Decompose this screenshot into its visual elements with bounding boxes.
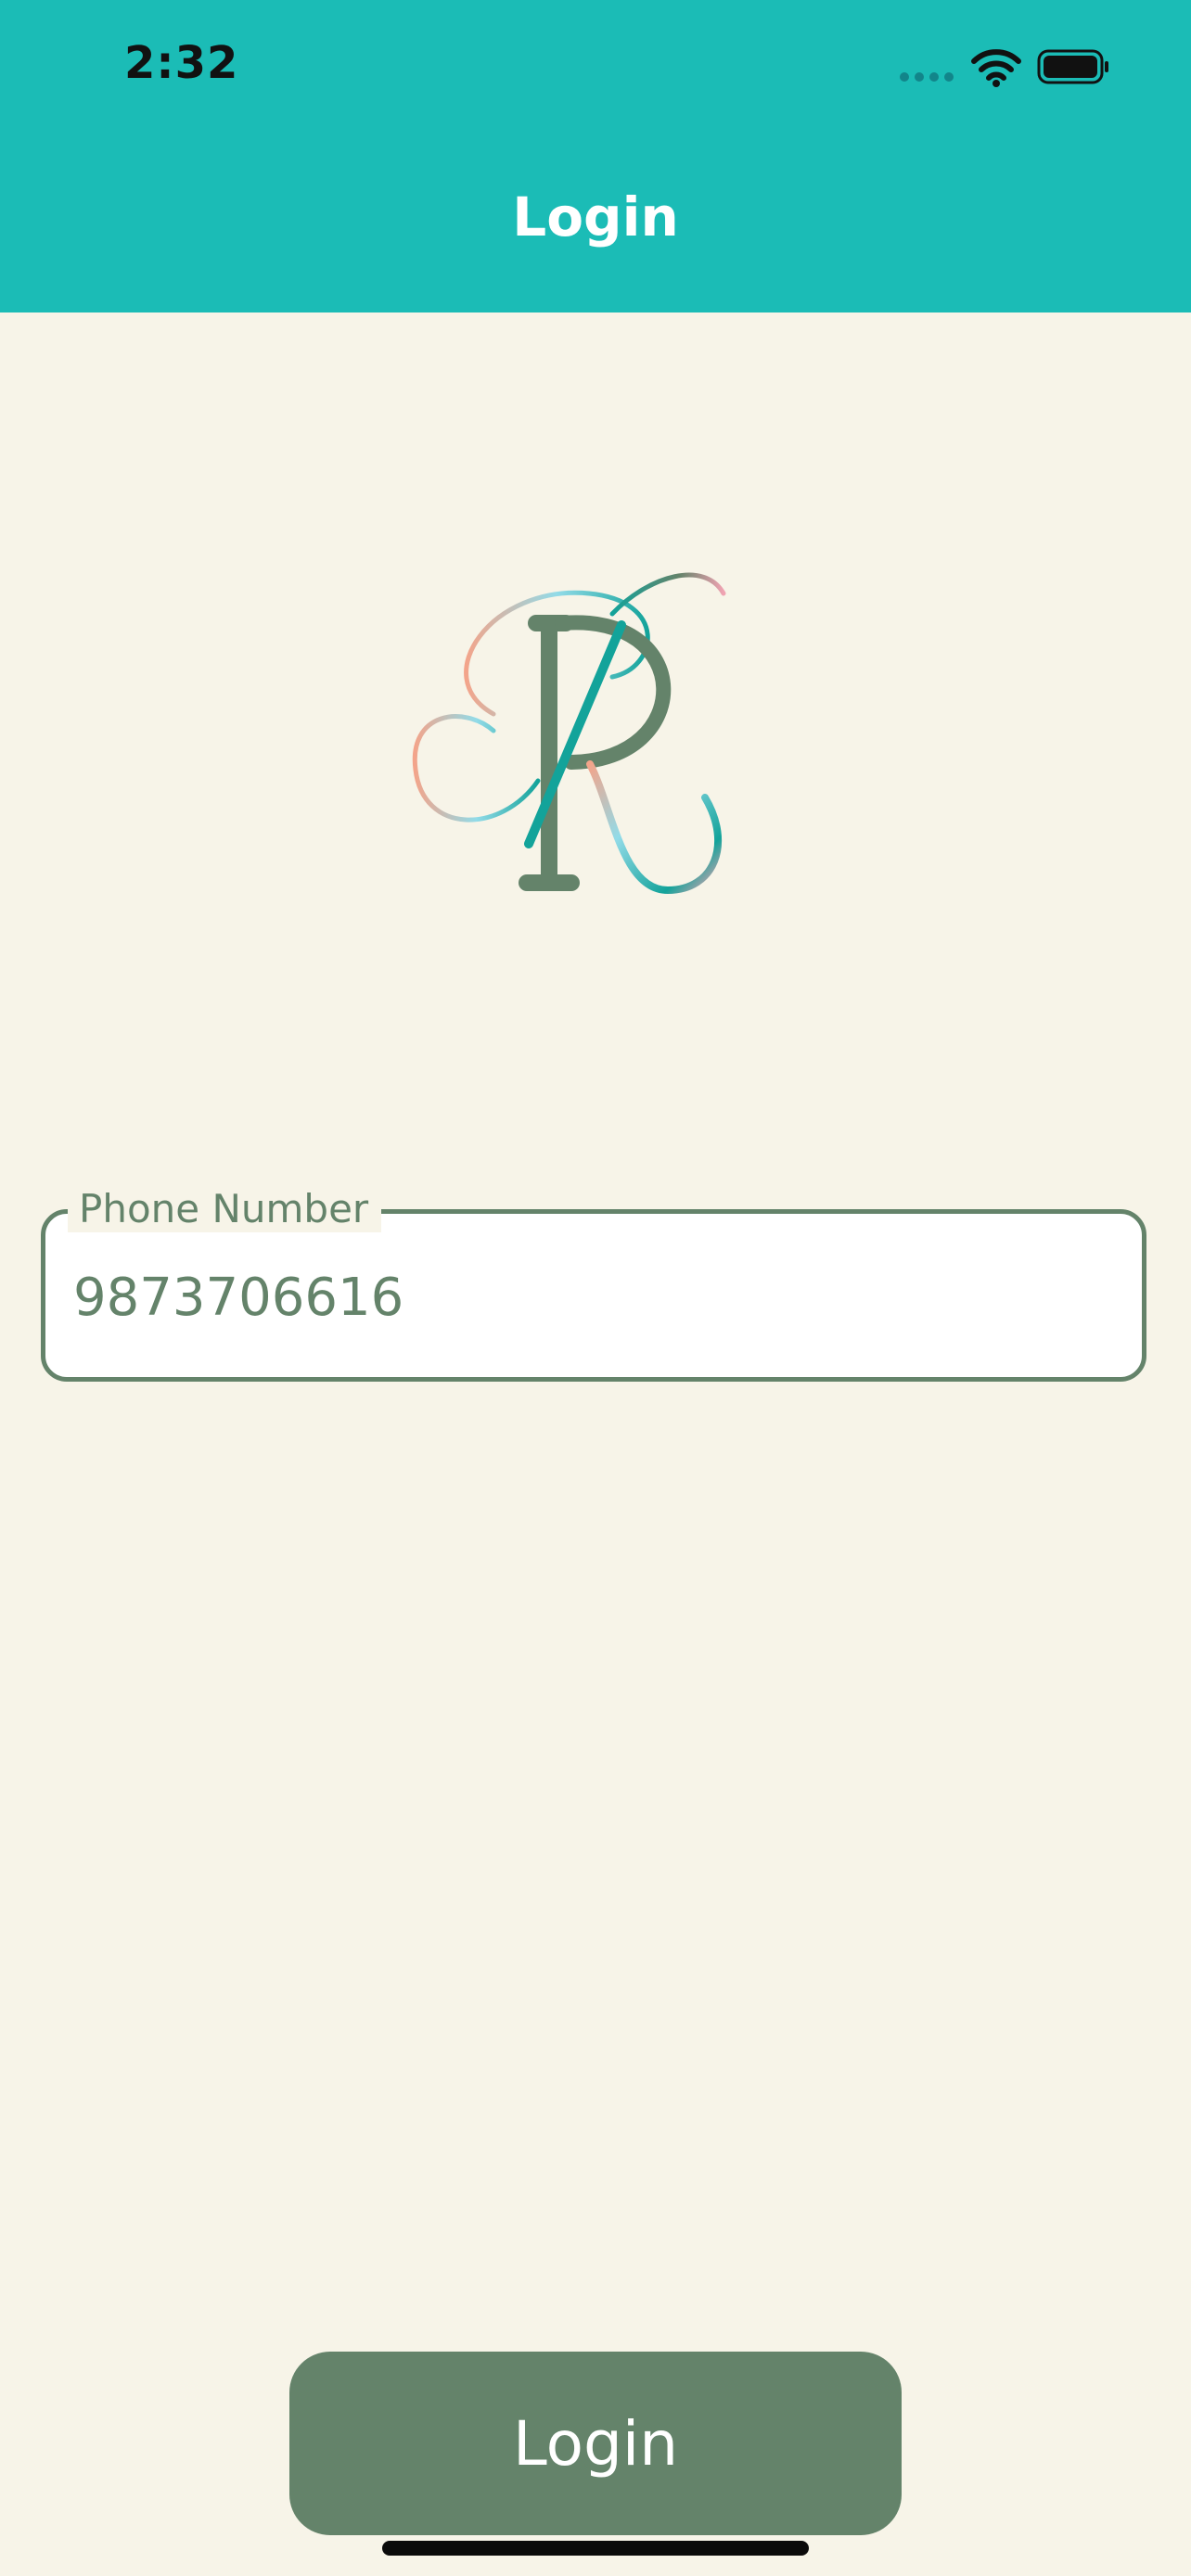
cellular-signal-icon	[900, 72, 954, 82]
page-title: Login	[512, 185, 679, 249]
battery-icon	[1037, 49, 1108, 84]
status-time: 2:32	[124, 37, 239, 89]
home-indicator	[382, 2541, 809, 2556]
phone-number-label: Phone Number	[68, 1186, 382, 1232]
wifi-icon	[971, 49, 1021, 87]
app-header: 2:32 Login	[0, 0, 1191, 312]
pr-monogram-logo	[412, 572, 726, 895]
phone-number-field[interactable]: Phone Number	[41, 1186, 1146, 1382]
login-button[interactable]: Login	[289, 2352, 902, 2535]
phone-number-input[interactable]	[73, 1260, 1094, 1334]
